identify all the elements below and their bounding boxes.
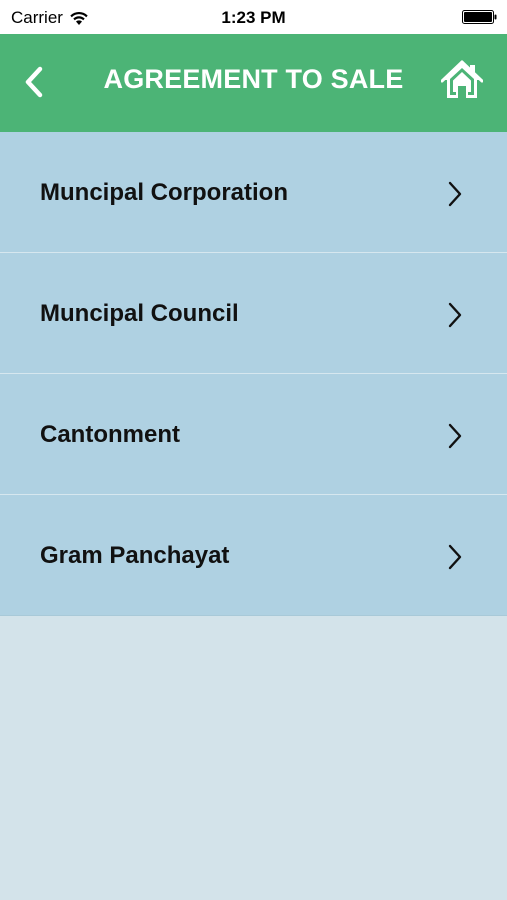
list-item-label: Muncipal Corporation [40, 179, 288, 206]
navigation-bar: AGREEMENT TO SALE [0, 34, 507, 132]
page-title: AGREEMENT TO SALE [103, 64, 404, 94]
chevron-right-icon [448, 423, 462, 449]
chevron-right-icon [448, 181, 462, 207]
list-item-muncipal-council[interactable]: Muncipal Council [0, 253, 507, 374]
list-item-cantonment[interactable]: Cantonment [0, 374, 507, 495]
category-list: Muncipal Corporation Muncipal Council Ca… [0, 132, 507, 616]
chevron-right-icon [448, 302, 462, 328]
status-time: 1:23 PM [221, 8, 286, 27]
status-bar: Carrier 1:23 PM [0, 0, 507, 34]
home-icon [440, 60, 484, 98]
list-item-label: Gram Panchayat [40, 542, 230, 569]
list-item-muncipal-corporation[interactable]: Muncipal Corporation [0, 132, 507, 253]
home-button[interactable] [440, 58, 484, 102]
chevron-right-icon [448, 544, 462, 570]
list-item-gram-panchayat[interactable]: Gram Panchayat [0, 495, 507, 616]
list-item-label: Muncipal Council [40, 300, 239, 327]
app-screen: Carrier 1:23 PM AGREEMENT TO SALE Muncip… [0, 0, 507, 900]
battery-icon [462, 10, 497, 24]
list-item-label: Cantonment [40, 421, 180, 448]
